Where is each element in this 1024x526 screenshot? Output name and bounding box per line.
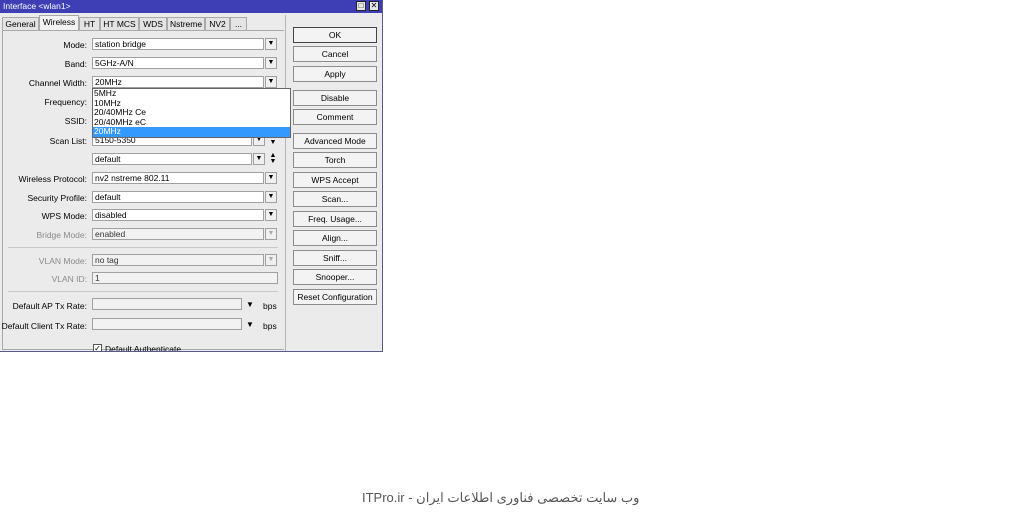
tab-wireless[interactable]: Wireless: [39, 15, 79, 31]
bridge-mode-label: Bridge Mode:: [36, 230, 87, 240]
mode-dropdown-icon[interactable]: ▼: [265, 38, 277, 50]
scan-list-extra-dropdown-icon[interactable]: ▼: [253, 153, 265, 165]
ssid-label: SSID:: [64, 116, 87, 126]
scan-button[interactable]: Scan...: [293, 191, 377, 207]
vlan-mode-select: no tag: [92, 254, 264, 266]
section-divider: [8, 247, 278, 248]
tab-ht-mcs[interactable]: HT MCS: [100, 17, 139, 30]
interface-window: Interface <wlan1> □ ✕ General Wireless H…: [0, 0, 383, 352]
vlan-id-label: VLAN ID:: [51, 274, 87, 284]
maximize-icon[interactable]: □: [356, 1, 366, 11]
wps-mode-dropdown-icon[interactable]: ▼: [265, 209, 277, 221]
frequency-label: Frequency:: [44, 97, 87, 107]
channel-width-option[interactable]: 5MHz: [93, 88, 290, 99]
wps-mode-label: WPS Mode:: [41, 211, 87, 221]
align-button[interactable]: Align...: [293, 230, 377, 246]
vlan-id-input: 1: [92, 272, 278, 284]
section-divider: [8, 291, 278, 292]
close-icon[interactable]: ✕: [369, 1, 379, 11]
channel-width-option-selected[interactable]: 20MHz: [93, 126, 290, 137]
watermark-caption: ITPro.ir - وب سایت تخصصی فناوری اطلاعات …: [362, 490, 640, 505]
tab-nstreme[interactable]: Nstreme: [167, 17, 205, 30]
tab-ht[interactable]: HT: [79, 17, 100, 30]
default-client-tx-rate-input[interactable]: [92, 318, 242, 330]
band-label: Band:: [64, 59, 87, 69]
security-profile-label: Security Profile:: [27, 193, 87, 203]
tab-more[interactable]: ...: [230, 17, 247, 30]
apply-button[interactable]: Apply: [293, 66, 377, 82]
default-client-tx-rate-dropdown-icon[interactable]: ▼: [244, 321, 256, 333]
scan-list-extra-input[interactable]: default: [92, 153, 252, 165]
default-ap-tx-rate-label: Default AP Tx Rate:: [12, 301, 87, 311]
sniff-button[interactable]: Sniff...: [293, 250, 377, 266]
comment-button[interactable]: Comment: [293, 109, 377, 125]
wps-mode-select[interactable]: disabled: [92, 209, 264, 221]
tab-wds[interactable]: WDS: [139, 17, 167, 30]
advanced-mode-button[interactable]: Advanced Mode: [293, 133, 377, 149]
default-ap-tx-rate-dropdown-icon[interactable]: ▼: [244, 301, 256, 313]
channel-width-select[interactable]: 20MHz: [92, 76, 264, 88]
wireless-protocol-label: Wireless Protocol:: [18, 174, 88, 184]
band-select[interactable]: 5GHz-A/N: [92, 57, 264, 69]
channel-width-dropdown-icon[interactable]: ▼: [265, 76, 277, 88]
default-ap-tx-rate-input[interactable]: [92, 298, 242, 310]
cancel-button[interactable]: Cancel: [293, 46, 377, 62]
band-dropdown-icon[interactable]: ▼: [265, 57, 277, 69]
default-authenticate-checkbox[interactable]: ✓: [93, 344, 102, 351]
mode-label: Mode:: [63, 40, 87, 50]
bridge-mode-dropdown-icon: ▼: [265, 228, 277, 240]
scan-list-extra-updown-icon[interactable]: ▲ ▼: [267, 152, 279, 165]
tab-general[interactable]: General: [2, 17, 39, 30]
channel-width-options-list[interactable]: 5MHz 10MHz 20/40MHz Ce 20/40MHz eC 20MHz: [92, 88, 291, 138]
default-authenticate-label: Default Authenticate: [105, 344, 182, 352]
default-client-tx-rate-label: Default Client Tx Rate:: [1, 321, 87, 331]
wireless-protocol-dropdown-icon[interactable]: ▼: [265, 172, 277, 184]
reset-configuration-button[interactable]: Reset Configuration: [293, 289, 377, 305]
scan-list-label: Scan List:: [49, 136, 87, 146]
disable-button[interactable]: Disable: [293, 90, 377, 106]
default-ap-tx-rate-unit: bps: [263, 301, 277, 311]
vlan-mode-label: VLAN Mode:: [38, 256, 87, 266]
tab-nv2[interactable]: NV2: [205, 17, 230, 30]
default-client-tx-rate-unit: bps: [263, 321, 277, 331]
security-profile-dropdown-icon[interactable]: ▼: [265, 191, 277, 203]
window-title: Interface <wlan1>: [3, 1, 71, 11]
vlan-mode-dropdown-icon: ▼: [265, 254, 277, 266]
ok-button[interactable]: OK: [293, 27, 377, 43]
channel-width-label: Channel Width:: [28, 78, 87, 88]
window-titlebar[interactable]: Interface <wlan1> □ ✕: [0, 0, 382, 13]
panel-divider: [285, 15, 286, 351]
freq-usage-button[interactable]: Freq. Usage...: [293, 211, 377, 227]
bridge-mode-select: enabled: [92, 228, 264, 240]
channel-width-option[interactable]: 20/40MHz eC: [93, 117, 290, 128]
wps-accept-button[interactable]: WPS Accept: [293, 172, 377, 188]
torch-button[interactable]: Torch: [293, 152, 377, 168]
mode-select[interactable]: station bridge: [92, 38, 264, 50]
security-profile-select[interactable]: default: [92, 191, 264, 203]
wireless-protocol-select[interactable]: nv2 nstreme 802.11: [92, 172, 264, 184]
snooper-button[interactable]: Snooper...: [293, 269, 377, 285]
